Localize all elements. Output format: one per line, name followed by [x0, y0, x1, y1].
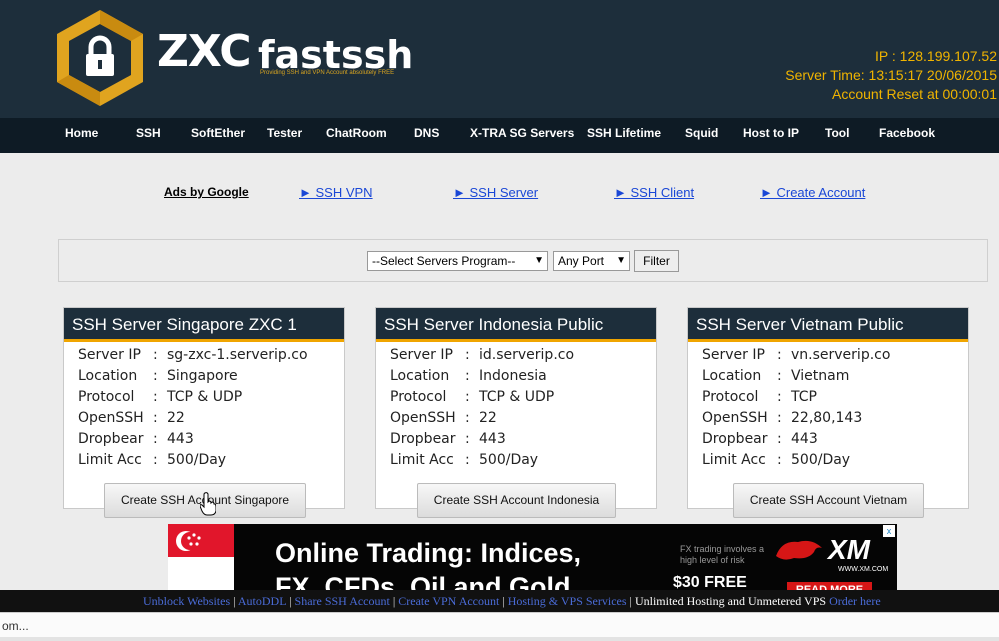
- nav-host-to-ip[interactable]: Host to IP: [743, 118, 799, 153]
- ads-by-google[interactable]: Ads by Google: [164, 185, 249, 201]
- row-protocol: Protocol: TCP: [702, 389, 817, 405]
- nav-xtra-sg-servers[interactable]: X-TRA SG Servers: [470, 118, 574, 153]
- row-openssh: OpenSSH:22: [78, 410, 185, 426]
- footer-hosting-vps[interactable]: Hosting & VPS Services: [508, 594, 627, 608]
- server-info: IP : 128.199.107.52 Server Time: 13:15:1…: [785, 47, 997, 104]
- row-limit-acc: Limit Acc:500/Day: [702, 452, 851, 468]
- ad-risk-note: FX trading involves a high level of risk: [680, 544, 765, 565]
- server-ip: IP : 128.199.107.52: [875, 48, 997, 64]
- footer-order-here[interactable]: Order here: [829, 594, 881, 608]
- filter-button[interactable]: Filter: [634, 250, 679, 272]
- xm-brand-box: XM WWW.XM.COM READ MORE: [772, 530, 888, 590]
- row-openssh: OpenSSH:22,80,143: [702, 410, 863, 426]
- card-title: SSH Server Singapore ZXC 1: [64, 308, 344, 342]
- status-divider: [0, 637, 999, 641]
- row-openssh: OpenSSH:22: [390, 410, 497, 426]
- row-location: Location: Singapore: [78, 368, 238, 384]
- row-limit-acc: Limit Acc:500/Day: [78, 452, 227, 468]
- port-select[interactable]: Any Port ▼: [553, 251, 630, 271]
- create-ssh-vietnam-button[interactable]: Create SSH Account Vietnam: [733, 483, 924, 518]
- nav-dns[interactable]: DNS: [414, 118, 439, 153]
- nav-facebook[interactable]: Facebook: [879, 118, 935, 153]
- card-title: SSH Server Indonesia Public: [376, 308, 656, 342]
- ad-close-icon[interactable]: x: [883, 525, 895, 537]
- server-card-singapore: SSH Server Singapore ZXC 1 Server IP: sg-…: [63, 307, 345, 518]
- row-dropbear: Dropbear:443: [78, 431, 194, 447]
- nav-softether[interactable]: SoftEther: [191, 118, 245, 153]
- browser-status-bar: om...: [0, 612, 999, 641]
- bull-icon: [776, 540, 822, 560]
- footer-links: Unblock Websites | AutoDDL | Share SSH A…: [0, 590, 999, 612]
- nav-home[interactable]: Home: [65, 118, 98, 153]
- row-location: Location: Indonesia: [390, 368, 547, 384]
- ad-link-ssh-client[interactable]: ► SSH Client: [614, 185, 694, 201]
- row-location: Location: Vietnam: [702, 368, 850, 384]
- site-header: ZXC fastssh Providing SSH and VPN Accoun…: [0, 0, 999, 118]
- footer-create-vpn[interactable]: Create VPN Account: [398, 594, 499, 608]
- nav-squid[interactable]: Squid: [685, 118, 718, 153]
- footer-share-ssh[interactable]: Share SSH Account: [295, 594, 390, 608]
- logo-name[interactable]: fastssh: [258, 36, 413, 74]
- server-program-value: --Select Servers Program--: [372, 254, 516, 268]
- lock-logo-icon[interactable]: [50, 8, 150, 108]
- read-more-button[interactable]: READ MORE: [787, 582, 872, 590]
- server-time: Server Time: 13:15:17 20/06/2015: [785, 67, 997, 83]
- xm-logo: XM: [828, 534, 870, 565]
- footer-unblock-websites[interactable]: Unblock Websites: [143, 594, 230, 608]
- nav-chatroom[interactable]: ChatRoom: [326, 118, 387, 153]
- nav-ssh-lifetime[interactable]: SSH Lifetime: [587, 118, 661, 153]
- server-card-indonesia: SSH Server Indonesia Public Server IP: id…: [375, 307, 657, 518]
- ad-link-ssh-vpn[interactable]: ► SSH VPN: [299, 185, 373, 201]
- main-nav: Home SSH SoftEther Tester ChatRoom DNS X…: [0, 118, 999, 153]
- create-ssh-indonesia-button[interactable]: Create SSH Account Indonesia: [417, 483, 616, 518]
- singapore-flag-icon: [168, 524, 234, 590]
- row-dropbear: Dropbear:443: [702, 431, 818, 447]
- account-reset: Account Reset at 00:00:01: [832, 86, 997, 102]
- dropdown-arrow-icon: ▼: [616, 255, 626, 266]
- ad-headline: Online Trading: Indices, FX, CFDs, Oil a…: [275, 538, 582, 590]
- row-protocol: Protocol: TCP & UDP: [78, 389, 243, 405]
- footer-autoddl[interactable]: AutoDDL: [238, 594, 286, 608]
- ad-link-create-account[interactable]: ► Create Account: [760, 185, 865, 201]
- nav-tool[interactable]: Tool: [825, 118, 849, 153]
- xm-url: WWW.XM.COM: [838, 566, 889, 573]
- ad-free-offer: $30 FREE: [673, 574, 747, 590]
- card-title: SSH Server Vietnam Public: [688, 308, 968, 342]
- row-protocol: Protocol: TCP & UDP: [390, 389, 555, 405]
- server-card-vietnam: SSH Server Vietnam Public Server IP: vn.s…: [687, 307, 969, 518]
- server-program-select[interactable]: --Select Servers Program-- ▼: [367, 251, 548, 271]
- nav-tester[interactable]: Tester: [267, 118, 302, 153]
- nav-ssh[interactable]: SSH: [136, 118, 161, 153]
- ad-banner[interactable]: Online Trading: Indices, FX, CFDs, Oil a…: [168, 524, 897, 590]
- row-limit-acc: Limit Acc:500/Day: [390, 452, 539, 468]
- ad-link-ssh-server[interactable]: ► SSH Server: [453, 185, 538, 201]
- hand-cursor-icon: [200, 492, 216, 516]
- row-dropbear: Dropbear:443: [390, 431, 506, 447]
- row-server-ip: Server IP: vn.serverip.co: [702, 347, 891, 363]
- dropdown-arrow-icon: ▼: [534, 255, 544, 266]
- logo-tagline: Providing SSH and VPN Account absolutely…: [260, 70, 395, 76]
- filter-bar: --Select Servers Program-- ▼ Any Port ▼ …: [58, 239, 988, 282]
- port-value: Any Port: [558, 254, 605, 268]
- footer-unlimited-hosting: Unlimited Hosting and Unmetered VPS: [634, 594, 827, 608]
- row-server-ip: Server IP: id.serverip.co: [390, 347, 575, 363]
- logo-brand[interactable]: ZXC: [157, 30, 252, 74]
- row-server-ip: Server IP: sg-zxc-1.serverip.co: [78, 347, 308, 363]
- status-text: om...: [2, 619, 29, 633]
